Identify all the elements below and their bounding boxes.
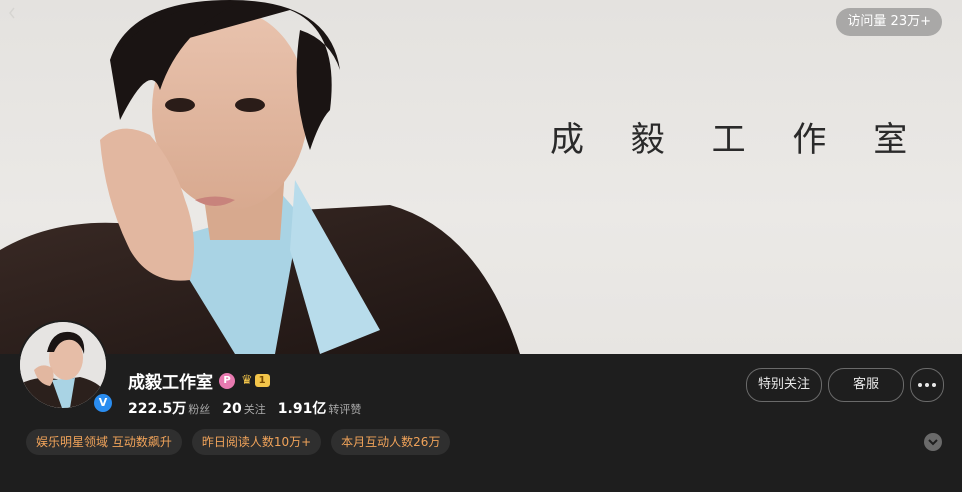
more-button[interactable] (910, 368, 944, 402)
banner-title: 成 毅 工 作 室 (550, 120, 926, 160)
cover-banner: 访问量 23万+ 成 毅 工 作 室 (0, 0, 962, 354)
crown-icon: ♛ (241, 372, 253, 388)
stat-label: 关注 (243, 403, 266, 416)
avatar-image (20, 322, 106, 408)
level-number: 1 (254, 374, 270, 387)
verified-badge-icon: V (92, 392, 114, 414)
vip-badge-icon[interactable]: P (219, 372, 235, 389)
stat-value: 20 (222, 401, 242, 417)
chevron-down-icon[interactable] (924, 433, 942, 451)
honor-tag[interactable]: 本月互动人数26万 (331, 429, 451, 455)
visit-count-badge[interactable]: 访问量 23万+ (836, 8, 942, 36)
special-follow-button[interactable]: 特别关注 (746, 368, 822, 402)
profile-name: 成毅工作室 (128, 373, 213, 393)
honor-tag[interactable]: 昨日阅读人数10万+ (191, 429, 322, 455)
honor-tags: 娱乐明星领域 互动数飙升 昨日阅读人数10万+ 本月互动人数26万 (26, 429, 451, 455)
stat-label: 转评赞 (328, 403, 362, 416)
stat-value: 1.91亿 (277, 401, 327, 417)
honor-tag[interactable]: 娱乐明星领域 互动数飙升 (26, 429, 182, 455)
stat-following[interactable]: 20 关注 (222, 398, 265, 417)
level-badge[interactable]: ♛ 1 (241, 373, 270, 389)
name-row: 成毅工作室 P ♛ 1 (128, 368, 270, 393)
stat-value: 222.5万 (128, 401, 187, 417)
more-dots-icon (911, 369, 943, 401)
stat-likes[interactable]: 1.91亿 转评赞 (278, 398, 362, 418)
service-button[interactable]: 客服 (828, 368, 904, 402)
stats-row: 222.5万 粉丝 20 关注 1.91亿 转评赞 (128, 398, 361, 418)
stat-label: 粉丝 (188, 403, 211, 416)
profile-header: V 成毅工作室 P ♛ 1 222.5万 粉丝 20 关注 1.91亿 转评赞 特别关… (0, 320, 962, 492)
cover-portrait-image (0, 0, 520, 354)
stat-followers[interactable]: 222.5万 粉丝 (128, 398, 210, 418)
